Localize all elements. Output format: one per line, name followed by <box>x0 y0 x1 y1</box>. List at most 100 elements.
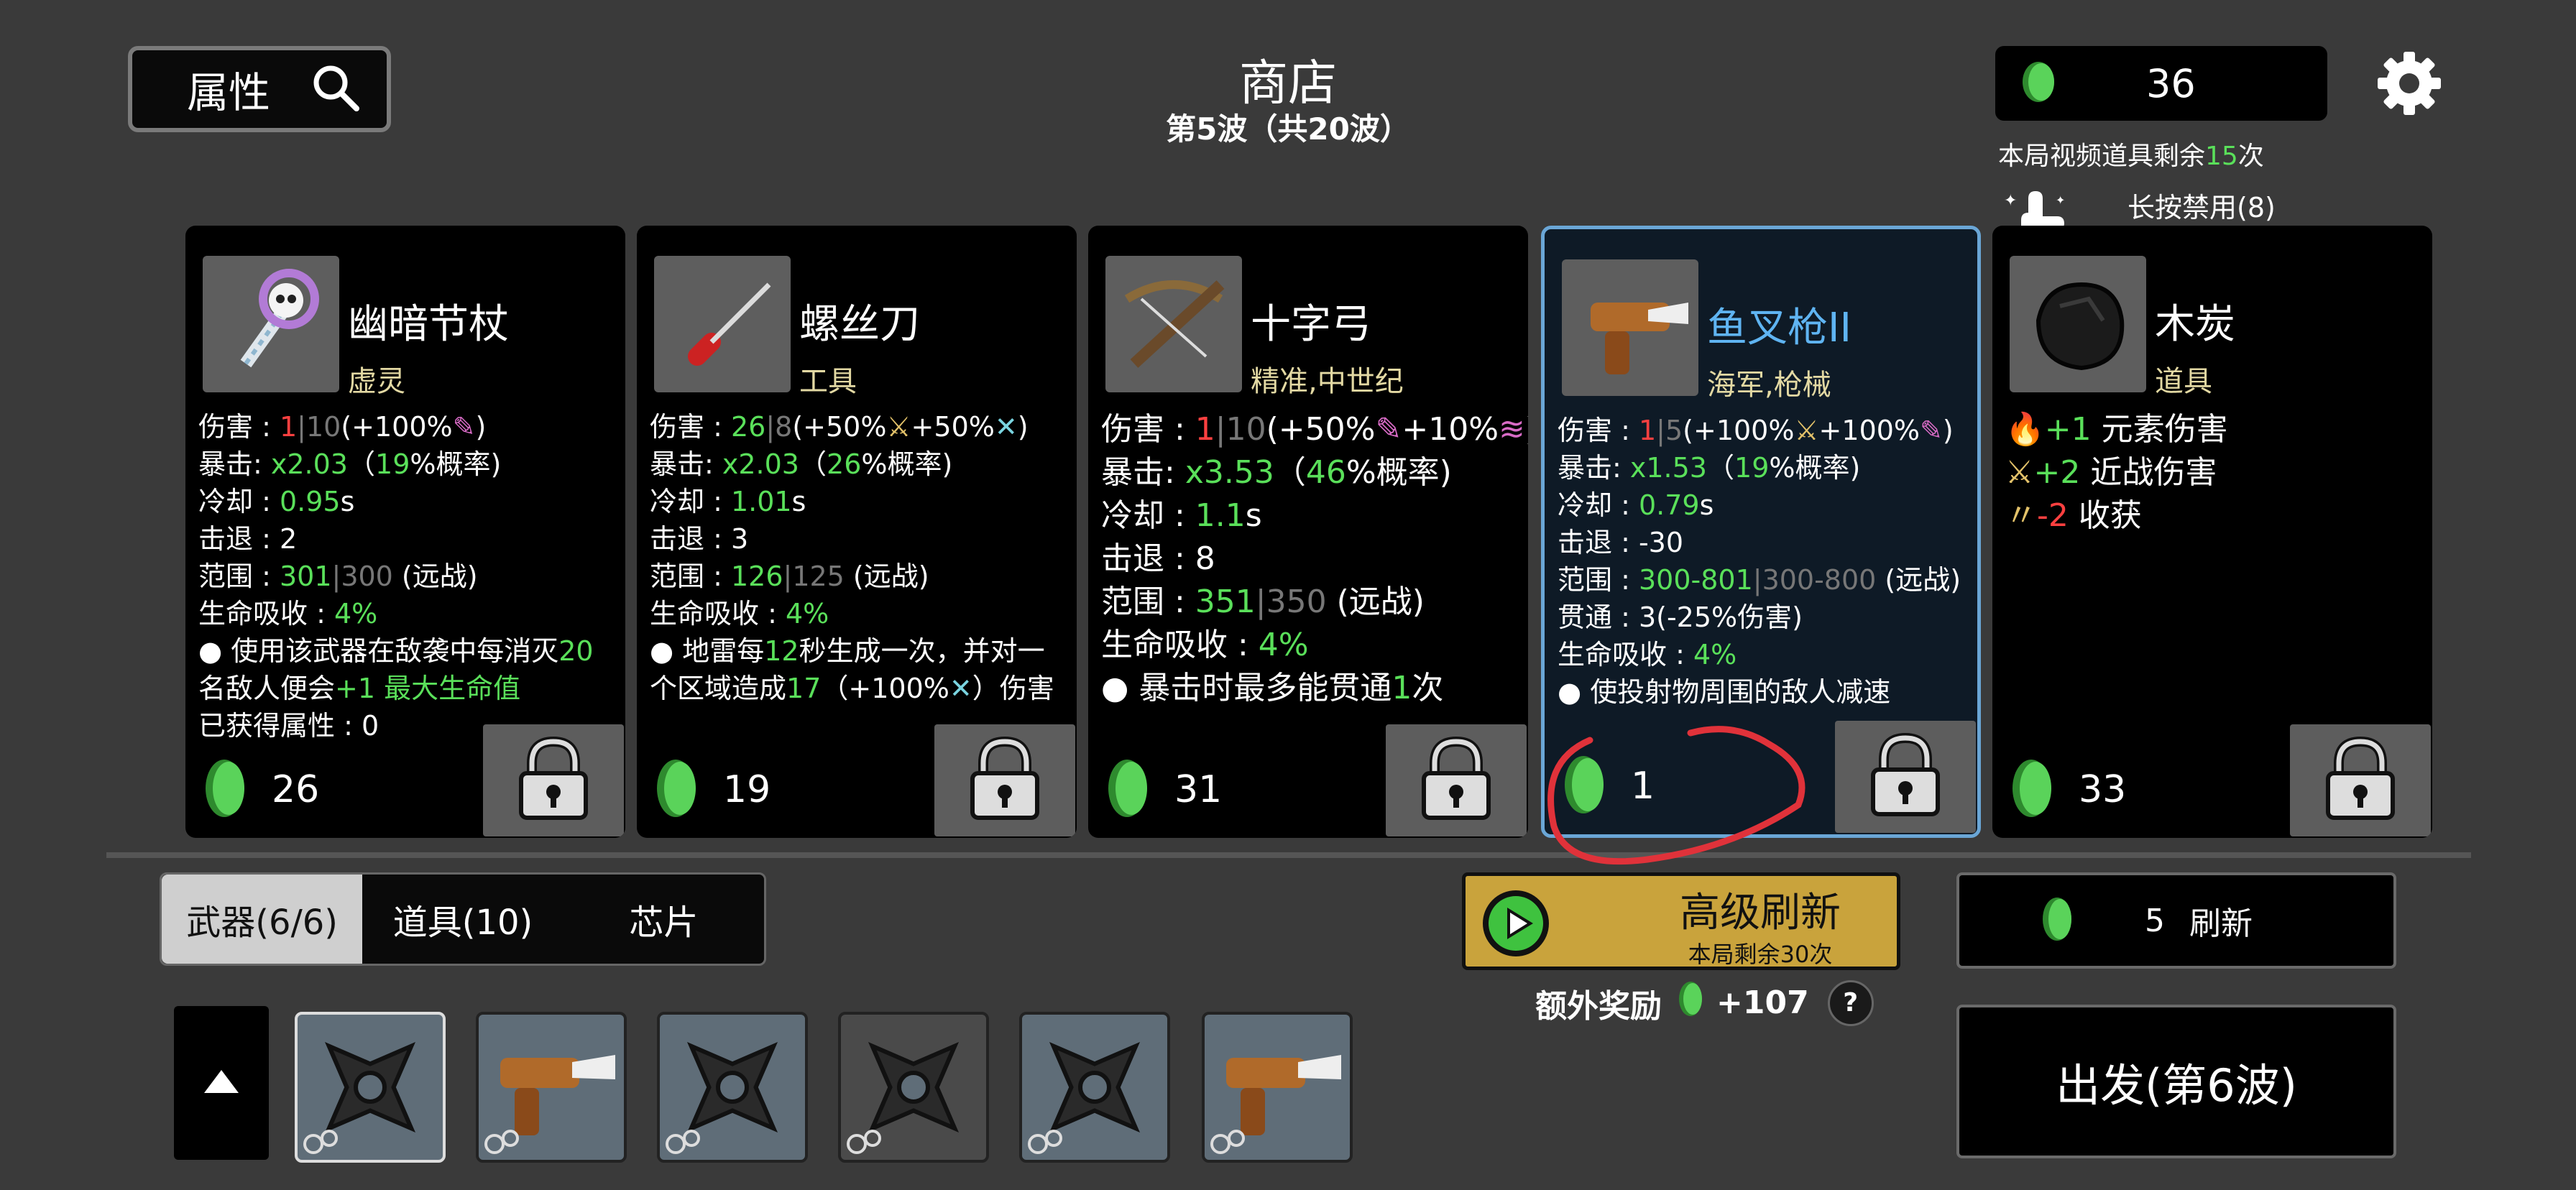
tab-chips[interactable]: 芯片 <box>564 875 764 964</box>
stat-text: 伤害 : <box>650 411 731 443</box>
stat-text: 生命吸收 : <box>1101 627 1259 663</box>
start-wave-button[interactable]: 出发(第6波) <box>1956 1005 2396 1158</box>
stat-text: %概率) <box>410 448 502 480</box>
stat-row: 伤害 : 1|10(+100%✎) <box>198 408 618 446</box>
attributes-label: 属性 <box>187 68 271 117</box>
stat-text: 301 <box>279 561 332 592</box>
stat-text: 1 <box>1392 670 1412 706</box>
inventory-slot[interactable] <box>657 1012 808 1163</box>
stat-row: 冷却 : 1.01s <box>650 483 1070 520</box>
stat-text: 12 <box>764 635 799 667</box>
stat-row: 〃-2 收获 <box>2005 494 2425 538</box>
stat-row: 击退 : -30 <box>1558 524 1970 561</box>
lock-button[interactable] <box>2290 724 2431 836</box>
price-value: 31 <box>1174 768 1223 811</box>
item-name: 幽暗节杖 <box>348 301 509 348</box>
item-name: 木炭 <box>2155 301 2235 348</box>
stat-row: 伤害 : 26|8(+50%⚔+50%✕) <box>650 408 1070 446</box>
expand-inventory-button[interactable] <box>174 1006 269 1160</box>
stat-text: 125 <box>792 561 845 592</box>
inventory-slot[interactable] <box>1019 1012 1170 1163</box>
svg-text:✦: ✦ <box>2004 192 2017 210</box>
stat-text: 1 <box>1195 411 1215 448</box>
lock-button[interactable] <box>934 724 1075 836</box>
inventory-slot[interactable] <box>476 1012 627 1163</box>
extra-reward-label: 额外奖励 <box>1535 987 1662 1025</box>
shop-card[interactable]: 幽暗节杖 虚灵 伤害 : 1|10(+100%✎) 暴击: x2.03（19%概率) 冷… <box>185 226 625 838</box>
stat-text: 🔥 <box>2005 411 2045 448</box>
settings-gear-icon[interactable] <box>2373 47 2445 122</box>
item-name: 鱼叉枪II <box>1707 305 1852 351</box>
stat-text: 生命吸收 : <box>198 598 334 629</box>
stat-text: 伤害 : <box>1558 415 1639 446</box>
stat-text: 300-800 <box>1762 564 1877 596</box>
stat-text: +2 <box>2033 454 2081 491</box>
extra-reward-amount: +107 <box>1716 984 1809 1021</box>
stat-text: 4% <box>1258 627 1309 663</box>
coin-icon <box>2037 895 2080 946</box>
stat-text: 击退 : -30 <box>1558 527 1684 558</box>
stat-text: 300-801 <box>1638 564 1753 596</box>
stat-text: s <box>1245 497 1262 534</box>
coin-icon <box>198 756 256 824</box>
video-left-suffix: 次 <box>2237 142 2264 171</box>
stat-text: ● 暴击时最多能贯通 <box>1101 670 1392 706</box>
video-left-count: 15 <box>2205 142 2238 171</box>
stat-text: 300 <box>341 561 393 592</box>
stat-text: ● 使用该武器在敌袭中每消灭 <box>198 635 559 667</box>
stat-text: %概率) <box>1346 454 1452 491</box>
stat-text: 126 <box>730 561 783 592</box>
stat-row: 冷却 : 0.79s <box>1558 486 1970 524</box>
stat-row: 暴击: x3.53（46%概率) <box>1101 451 1521 494</box>
item-tags: 工具 <box>799 365 857 398</box>
stat-text: 暴击: <box>1101 454 1185 491</box>
stat-text: ) <box>1017 411 1029 443</box>
stat-text: ) <box>475 411 487 443</box>
stat-text: 冷却 : <box>650 486 731 517</box>
stat-text: (远战) <box>844 561 929 592</box>
lock-button[interactable] <box>1386 724 1527 836</box>
stat-text: 4% <box>785 598 829 629</box>
lock-button[interactable] <box>483 724 624 836</box>
item-image <box>2010 256 2146 392</box>
stat-text: +1 最大生命值 <box>335 673 521 704</box>
stat-row: ● 地雷每12秒生成一次，并对一 <box>650 632 1070 670</box>
search-icon <box>310 63 361 116</box>
stat-row: 范围 : 300-801|300-800 (远战) <box>1558 561 1970 599</box>
stat-text: 暴击: <box>650 448 722 480</box>
stat-row: 生命吸收 : 4% <box>1558 636 1970 673</box>
stat-text: 8 <box>775 411 793 443</box>
item-image <box>654 256 791 392</box>
stat-text: | <box>1215 411 1226 448</box>
refresh-cost: 5 <box>2145 902 2165 939</box>
lock-button[interactable] <box>1835 721 1976 833</box>
shuriken-icon <box>660 1041 805 1160</box>
stat-text: | <box>1255 584 1266 620</box>
tab-weapons[interactable]: 武器(6/6) <box>162 875 363 964</box>
stat-text: (+50% <box>1266 411 1376 448</box>
stat-text: (+50% <box>792 411 887 443</box>
item-price: 31 <box>1101 756 1222 824</box>
shop-card[interactable]: 木炭 道具 🔥+1 元素伤害 ⚔+2 近战伤害 〃-2 收获 33 <box>1992 226 2432 838</box>
stat-text: ✎ <box>1920 415 1943 446</box>
svg-text:✦: ✦ <box>2056 193 2065 207</box>
inventory-slot[interactable] <box>295 1012 446 1163</box>
stat-text: 个区域造成 <box>650 673 787 704</box>
price-value: 33 <box>2079 768 2127 811</box>
help-button[interactable]: ? <box>1827 979 1874 1026</box>
refresh-button[interactable]: 5 刷新 <box>1956 872 2396 969</box>
wave-indicator: 第5波（共20波） <box>1166 111 1410 147</box>
play-video-icon <box>1478 886 1553 964</box>
stat-text: 名敌人便会 <box>198 673 336 704</box>
inventory-slot[interactable] <box>838 1012 989 1163</box>
stat-text: 0.79 <box>1638 489 1700 521</box>
stat-row: 暴击: x2.03（19%概率) <box>198 446 618 483</box>
stat-text: 秒生成一次，并对一 <box>799 635 1045 667</box>
shop-card[interactable]: 十字弓精准,中世纪伤害 : 1|10(+50%✎+10%≋)暴击: x3.53（… <box>1088 226 1528 838</box>
stat-row: 击退 : 2 <box>198 520 618 558</box>
attributes-button[interactable]: 属性 <box>128 46 391 132</box>
tab-items[interactable]: 道具(10) <box>362 875 563 964</box>
inventory-slot[interactable] <box>1202 1012 1353 1163</box>
stat-text: | <box>765 411 776 443</box>
shop-card[interactable]: 螺丝刀 工具 伤害 : 26|8(+50%⚔+50%✕) 暴击: x2.03（26%概… <box>637 226 1077 838</box>
